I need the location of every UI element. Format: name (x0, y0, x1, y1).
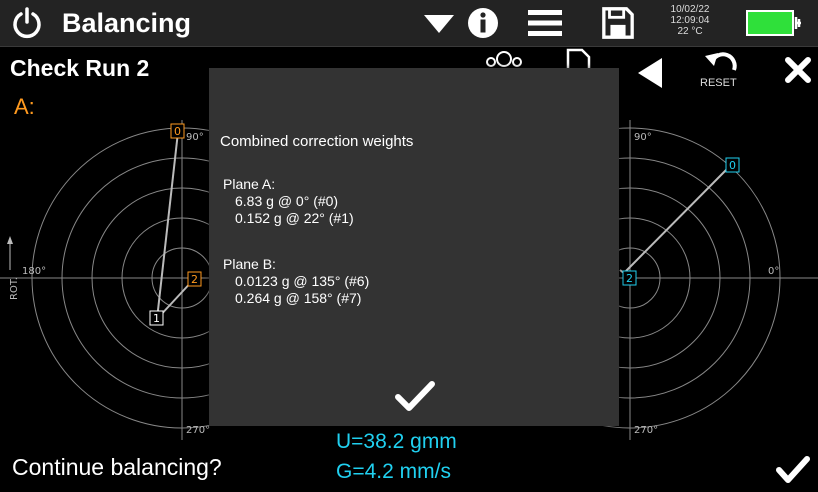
axis-label-270: 270° (634, 425, 658, 436)
axis-label-180: 180° (22, 266, 46, 277)
save-icon[interactable] (600, 6, 636, 40)
reset-label[interactable]: RESET (700, 77, 737, 89)
continue-prompt: Continue balancing? (12, 454, 222, 480)
vector-line-0 (625, 165, 731, 272)
axis-label-90: 90° (186, 132, 204, 143)
dropdown-icon[interactable] (422, 6, 456, 40)
marker-0-label: 0 (729, 159, 736, 172)
marker-2-label: 2 (191, 273, 198, 286)
dialog-ok-button[interactable] (395, 380, 435, 414)
date-text: 10/02/22 (670, 4, 710, 15)
plane-a-weights: Plane A: 6.83 g @ 0° (#0) 0.152 g @ 22° … (223, 176, 354, 227)
top-bar: Balancing 10/02/22 12:09:04 22 °C (0, 0, 818, 47)
reset-icon[interactable] (704, 50, 740, 76)
weight-entry: 0.264 g @ 158° (#7) (235, 290, 362, 306)
axis-label-270: 270° (186, 425, 210, 436)
weight-entry: 0.152 g @ 22° (#1) (235, 210, 354, 226)
confirm-checkmark-button[interactable] (776, 456, 810, 484)
plane-a-name: Plane A: (223, 176, 276, 192)
document-icon[interactable] (564, 48, 592, 70)
temperature-text: 22 °C (677, 26, 703, 37)
vibration-readout: G=4.2 mm/s (336, 460, 451, 483)
weight-entry: 0.0123 g @ 135° (#6) (235, 273, 370, 289)
time-text: 12:09:04 (670, 15, 710, 26)
weight-entry: 6.83 g @ 0° (#0) (235, 193, 339, 209)
unbalance-readout: U=38.2 gmm (336, 430, 457, 453)
correction-weights-dialog: Combined correction weights Plane A: 6.8… (209, 68, 619, 426)
rotation-label: ROT. (9, 277, 20, 300)
marker-1-label: 1 (153, 312, 160, 325)
plane-a-label: A: (14, 94, 35, 119)
axis-label-90: 90° (634, 132, 652, 143)
info-icon[interactable] (466, 6, 500, 40)
group-icon[interactable] (484, 48, 524, 70)
plane-b-weights: Plane B: 0.0123 g @ 135° (#6) 0.264 g @ … (223, 256, 369, 307)
close-icon[interactable] (784, 56, 812, 84)
dialog-title: Combined correction weights (220, 133, 414, 150)
app-title: Balancing (62, 8, 192, 38)
power-icon[interactable] (10, 6, 44, 40)
marker-2-label: 2 (626, 272, 633, 285)
axis-label-0: 0° (768, 266, 779, 277)
plane-b-name: Plane B: (223, 256, 276, 272)
run-title: Check Run 2 (10, 55, 150, 81)
menu-icon[interactable] (526, 6, 564, 40)
marker-0-label: 0 (174, 125, 181, 138)
datetime-display: 10/02/22 12:09:04 22 °C (668, 4, 712, 37)
back-icon[interactable] (636, 56, 666, 90)
rotation-arrow-head (7, 236, 13, 244)
battery-icon (746, 10, 801, 36)
